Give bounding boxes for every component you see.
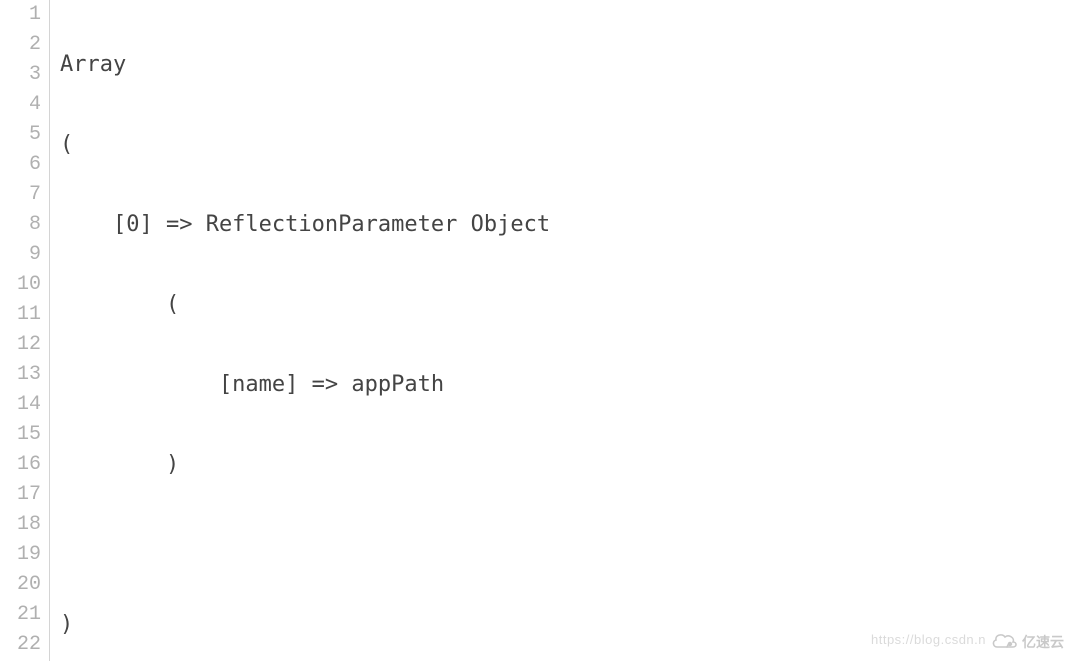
code-content[interactable]: Array ( [0] => ReflectionParameter Objec… xyxy=(50,0,1076,661)
line-number: 19 xyxy=(8,540,41,570)
line-number: 18 xyxy=(8,510,41,540)
line-number: 12 xyxy=(8,330,41,360)
line-number: 6 xyxy=(8,150,41,180)
line-number: 16 xyxy=(8,450,41,480)
code-line: ) xyxy=(60,450,1076,480)
line-number: 4 xyxy=(8,90,41,120)
line-number: 15 xyxy=(8,420,41,450)
line-number: 1 xyxy=(8,0,41,30)
line-number-gutter: 1 2 3 4 5 6 7 8 9 10 11 12 13 14 15 16 1… xyxy=(0,0,50,661)
line-number: 7 xyxy=(8,180,41,210)
code-line: ( xyxy=(60,290,1076,320)
code-line: ( xyxy=(60,130,1076,160)
code-line: [name] => appPath xyxy=(60,370,1076,400)
line-number: 10 xyxy=(8,270,41,300)
line-number: 5 xyxy=(8,120,41,150)
code-line xyxy=(60,530,1076,560)
line-number: 13 xyxy=(8,360,41,390)
line-number: 17 xyxy=(8,480,41,510)
line-number: 2 xyxy=(8,30,41,60)
line-number: 8 xyxy=(8,210,41,240)
line-number: 21 xyxy=(8,600,41,630)
line-number: 11 xyxy=(8,300,41,330)
line-number: 14 xyxy=(8,390,41,420)
code-line: ) xyxy=(60,610,1076,640)
line-number: 3 xyxy=(8,60,41,90)
line-number: 22 xyxy=(8,630,41,660)
code-line: Array xyxy=(60,50,1076,80)
code-line: [0] => ReflectionParameter Object xyxy=(60,210,1076,240)
line-number: 9 xyxy=(8,240,41,270)
line-number: 20 xyxy=(8,570,41,600)
